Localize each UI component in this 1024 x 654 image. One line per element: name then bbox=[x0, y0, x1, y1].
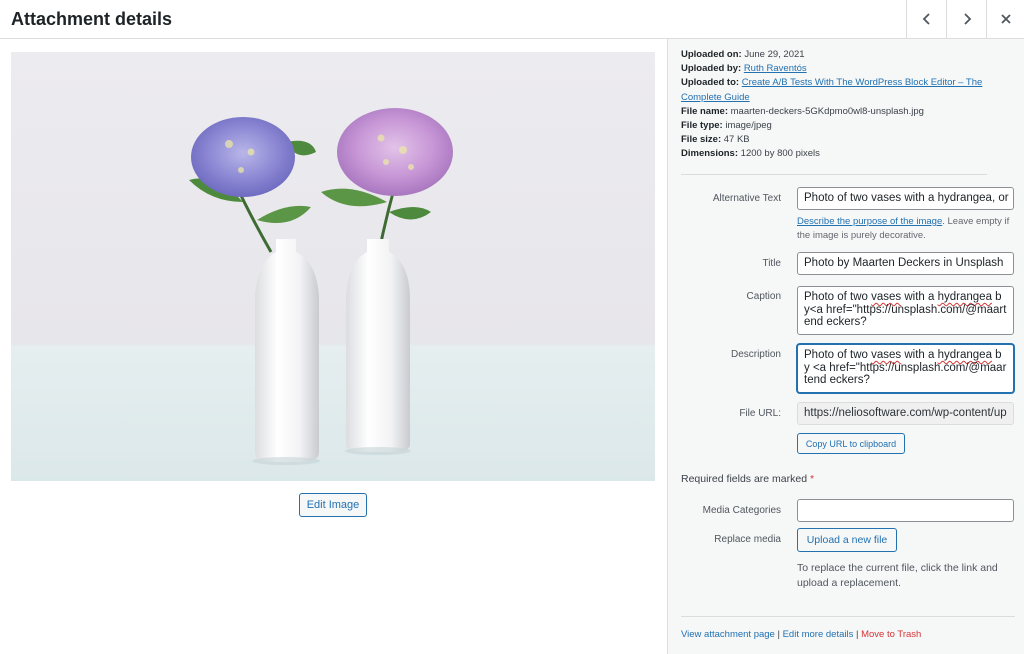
description-text-3: with a bbox=[901, 349, 938, 361]
caption-label: Caption bbox=[746, 291, 781, 302]
actions-separator-1: | bbox=[774, 629, 783, 640]
file-name-row: File name: maarten-deckers-5GKdpmo0wl8-u… bbox=[681, 105, 991, 119]
edit-image-button[interactable]: Edit Image bbox=[299, 493, 367, 517]
file-size-label: File size: bbox=[681, 134, 722, 146]
move-to-trash-link[interactable]: Move to Trash bbox=[861, 629, 921, 640]
title-input[interactable]: Photo by Maarten Deckers in Unsplash bbox=[797, 252, 1014, 275]
uploaded-on-value: June 29, 2021 bbox=[744, 49, 805, 60]
details-divider bbox=[681, 174, 987, 175]
file-type-label: File type: bbox=[681, 120, 723, 132]
describe-purpose-link[interactable]: Describe the purpose of the image bbox=[797, 216, 942, 227]
caption-textarea[interactable]: Photo of two vases with a hydrangea by<a… bbox=[797, 286, 1014, 335]
modal-header: Attachment details bbox=[0, 0, 1024, 39]
view-attachment-page-link[interactable]: View attachment page bbox=[681, 629, 775, 640]
caption-text-3: with a bbox=[901, 291, 938, 303]
required-star: * bbox=[809, 473, 815, 485]
chevron-left-icon bbox=[922, 13, 930, 25]
media-categories-input[interactable] bbox=[797, 499, 1014, 522]
close-icon bbox=[1000, 14, 1011, 24]
attachment-image bbox=[11, 52, 655, 481]
uploaded-to-label: Uploaded to: bbox=[681, 77, 740, 89]
replace-media-help: To replace the current file, click the l… bbox=[797, 562, 998, 589]
alt-text-label: Alternative Text bbox=[712, 193, 781, 204]
description-text-1: Photo of two bbox=[804, 349, 872, 361]
file-type-value: image/jpeg bbox=[725, 120, 772, 132]
next-attachment-button[interactable] bbox=[946, 0, 986, 38]
attachment-preview: Edit Image bbox=[0, 39, 667, 654]
caption-text-2: vases bbox=[871, 291, 902, 303]
attachment-actions: View attachment page | Edit more details… bbox=[681, 629, 921, 640]
replace-media-label: Replace media bbox=[714, 534, 781, 545]
attachment-details-sidebar: Uploaded on: June 29, 2021 Uploaded by: … bbox=[667, 39, 1024, 654]
uploaded-by-row: Uploaded by: Ruth Raventós bbox=[681, 62, 991, 76]
description-textarea[interactable]: Photo of two vases with a hydrangea by <… bbox=[797, 344, 1014, 393]
copy-url-button[interactable]: Copy URL to clipboard bbox=[797, 433, 905, 454]
dimensions-label: Dimensions: bbox=[681, 148, 739, 160]
upload-new-file-button[interactable]: Upload a new file bbox=[797, 528, 897, 552]
media-categories-label: Media Categories bbox=[702, 505, 781, 516]
previous-attachment-button[interactable] bbox=[906, 0, 946, 38]
alt-text-help: Describe the purpose of the image. Leave… bbox=[797, 215, 1017, 243]
alt-text-input[interactable]: Photo of two vases with a hydrangea, or bbox=[797, 187, 1014, 210]
required-fields-text: Required fields are marked bbox=[681, 473, 810, 485]
dimensions-value: 1200 by 800 pixels bbox=[740, 148, 820, 160]
edit-more-details-link[interactable]: Edit more details bbox=[783, 629, 854, 640]
file-url-input[interactable]: https://neliosoftware.com/wp-content/up bbox=[797, 402, 1014, 425]
caption-text-4: hydrangea bbox=[937, 291, 992, 303]
file-type-row: File type: image/jpeg bbox=[681, 119, 991, 133]
uploaded-by-label: Uploaded by: bbox=[681, 63, 742, 75]
description-text-2: vases bbox=[871, 349, 902, 361]
file-name-label: File name: bbox=[681, 105, 728, 117]
chevron-right-icon bbox=[963, 13, 971, 25]
description-label: Description bbox=[730, 349, 781, 360]
uploaded-by-link[interactable]: Ruth Raventós bbox=[744, 63, 807, 74]
file-size-row: File size: 47 KB bbox=[681, 133, 991, 147]
uploaded-on-row: Uploaded on: June 29, 2021 bbox=[681, 48, 991, 62]
actions-divider bbox=[681, 616, 1015, 617]
close-modal-button[interactable] bbox=[986, 0, 1024, 38]
file-url-label: File URL: bbox=[739, 408, 781, 419]
description-text-4: hydrangea bbox=[937, 349, 992, 361]
dimensions-row: Dimensions: 1200 by 800 pixels bbox=[681, 147, 991, 161]
uploaded-on-label: Uploaded on: bbox=[681, 49, 742, 60]
actions-separator-2: | bbox=[853, 629, 862, 640]
caption-text-1: Photo of two bbox=[804, 291, 872, 303]
hydrangea-vases-photo bbox=[189, 108, 453, 465]
uploaded-to-row: Uploaded to: Create A/B Tests With The W… bbox=[681, 76, 991, 104]
required-fields-note: Required fields are marked * bbox=[681, 473, 814, 485]
file-details: Uploaded on: June 29, 2021 Uploaded by: … bbox=[681, 48, 991, 162]
title-label: Title bbox=[762, 258, 781, 269]
file-size-value: 47 KB bbox=[723, 134, 750, 146]
modal-title: Attachment details bbox=[11, 9, 173, 29]
file-name-value: maarten-deckers-5GKdpmo0wl8-unsplash.jpg bbox=[730, 105, 924, 117]
